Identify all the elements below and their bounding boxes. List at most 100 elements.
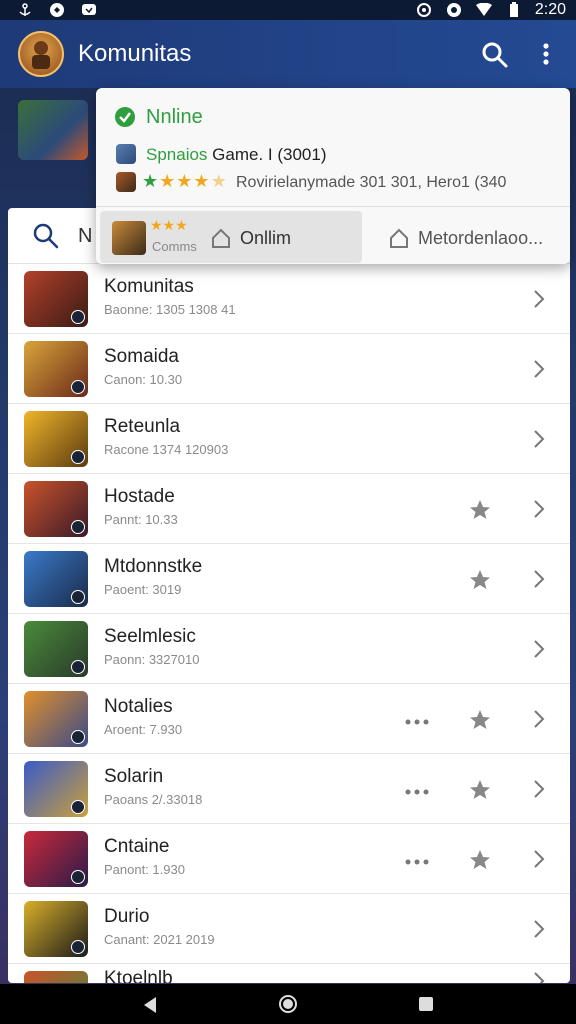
item-name: Durio (104, 906, 150, 927)
home-button-icon[interactable] (278, 994, 298, 1014)
search-icon[interactable] (480, 40, 510, 70)
home-icon (388, 227, 410, 249)
chevron-right-icon[interactable] (530, 358, 548, 380)
app-bar: Komunitas (0, 20, 576, 88)
list-item[interactable]: Notalies Aroent: 7.930 (8, 684, 570, 754)
anchor-icon (16, 1, 34, 19)
list-item[interactable]: Cntaine Panont: 1.930 (8, 824, 570, 894)
location-icon (415, 1, 433, 19)
list-item[interactable]: Seelmlesic Paonn: 3327010 (8, 614, 570, 684)
tab-label: Metordenlaoo... (418, 228, 544, 248)
list-item[interactable]: Durio Canant: 2021 2019 (8, 894, 570, 964)
home-icon (210, 227, 232, 249)
tab-more[interactable]: Metordenlaoo... (368, 211, 566, 263)
game-thumbnail (24, 761, 88, 817)
item-subtitle: Aroent: 7.930 (104, 722, 183, 737)
game-banner-image[interactable] (18, 100, 88, 160)
game-thumbnail (24, 481, 88, 537)
tab-sub-label: Comms (152, 239, 197, 254)
list-item[interactable]: Mtdonnstke Paoent: 3019 (8, 544, 570, 614)
system-nav-bar (0, 984, 576, 1024)
rating-stars: ★★★ (150, 217, 188, 233)
game-icon (116, 144, 136, 164)
more-horizontal-icon[interactable] (404, 714, 430, 725)
game-thumbnail (24, 271, 88, 327)
more-horizontal-icon[interactable] (404, 784, 430, 795)
chevron-right-icon[interactable] (530, 288, 548, 310)
game-thumbnail (24, 621, 88, 677)
wifi-icon (475, 1, 493, 19)
community-list-card: N Komunitas Baonne: 1305 1308 41 Somaida… (8, 208, 570, 983)
star-icon[interactable] (468, 848, 492, 872)
item-name: Komunitas (104, 276, 194, 297)
game-thumbnail (112, 221, 146, 255)
check-circle-icon (114, 106, 136, 128)
item-name: Reteunla (104, 416, 181, 437)
game-thumbnail (24, 411, 88, 467)
item-name: Hostade (104, 486, 175, 507)
battery-icon (505, 1, 523, 19)
item-subtitle: Pannt: 10.33 (104, 512, 178, 527)
item-subtitle: Racone 1374 120903 (104, 442, 229, 457)
search-icon (32, 222, 60, 250)
item-subtitle: Baonne: 1305 1308 41 (104, 302, 236, 317)
star-icon[interactable] (468, 708, 492, 732)
item-name: Somaida (104, 346, 179, 367)
item-name: Solarin (104, 766, 164, 787)
chevron-right-icon[interactable] (530, 970, 548, 983)
tab-online[interactable]: ★★★ Comms Onllim (100, 211, 362, 263)
game-detail: Game. I (3001) (212, 145, 327, 164)
star-icon[interactable] (468, 568, 492, 592)
search-input[interactable]: N (78, 225, 92, 248)
item-subtitle: Paonn: 3327010 (104, 652, 200, 667)
game-thumbnail (24, 551, 88, 607)
item-subtitle: Canant: 2021 2019 (104, 932, 215, 947)
star-icon[interactable] (468, 498, 492, 522)
back-icon[interactable] (142, 996, 158, 1014)
sync-icon (445, 1, 463, 19)
chevron-right-icon[interactable] (530, 848, 548, 870)
more-options-icon[interactable] (536, 40, 556, 70)
game-thumbnail (24, 901, 88, 957)
page-title: Komunitas (78, 40, 192, 67)
chevron-right-icon[interactable] (530, 708, 548, 730)
chevron-right-icon[interactable] (530, 428, 548, 450)
list-item[interactable]: Reteunla Racone 1374 120903 (8, 404, 570, 474)
status-bar: 2:20 (0, 0, 576, 20)
list-item[interactable]: Ktoelnlb (8, 964, 570, 983)
chevron-right-icon[interactable] (530, 568, 548, 590)
notification-icon (48, 1, 66, 19)
item-name: Notalies (104, 696, 173, 717)
list-item[interactable]: Somaida Canon: 10.30 (8, 334, 570, 404)
chevron-right-icon[interactable] (530, 918, 548, 940)
avatar[interactable] (18, 31, 64, 77)
game-status-popup: Nnline Spnaios Game. I (3001) ★★★★★ Rovi… (96, 88, 570, 264)
item-subtitle: Canon: 10.30 (104, 372, 183, 387)
game-thumbnail (24, 691, 88, 747)
list-item[interactable]: Komunitas Baonne: 1305 1308 41 (8, 264, 570, 334)
item-subtitle: Paoent: 3019 (104, 582, 182, 597)
game-thumbnail (24, 971, 88, 983)
chevron-right-icon[interactable] (530, 498, 548, 520)
game-title-line: Spnaios Game. I (3001) (146, 145, 327, 165)
rating-stars: ★★★★★ (142, 171, 228, 191)
more-horizontal-icon[interactable] (404, 854, 430, 865)
game-thumbnail (24, 831, 88, 887)
item-subtitle: Paoans 2/.33018 (104, 792, 203, 807)
online-status: Nnline (146, 106, 203, 128)
item-name: Seelmlesic (104, 626, 196, 647)
rating-detail: Rovirielanymade 301 301, Hero1 (340 (236, 174, 507, 191)
list-item[interactable]: Hostade Pannt: 10.33 (8, 474, 570, 544)
chevron-right-icon[interactable] (530, 778, 548, 800)
tab-label: Onllim (240, 228, 292, 248)
chevron-right-icon[interactable] (530, 638, 548, 660)
game-icon (116, 172, 136, 192)
star-icon[interactable] (468, 778, 492, 802)
message-icon (80, 1, 98, 19)
game-name: Spnaios (146, 145, 208, 164)
status-time: 2:20 (534, 1, 566, 18)
item-name: Cntaine (104, 836, 170, 857)
item-name: Mtdonnstke (104, 556, 203, 577)
recent-apps-icon[interactable] (418, 996, 434, 1012)
list-item[interactable]: Solarin Paoans 2/.33018 (8, 754, 570, 824)
